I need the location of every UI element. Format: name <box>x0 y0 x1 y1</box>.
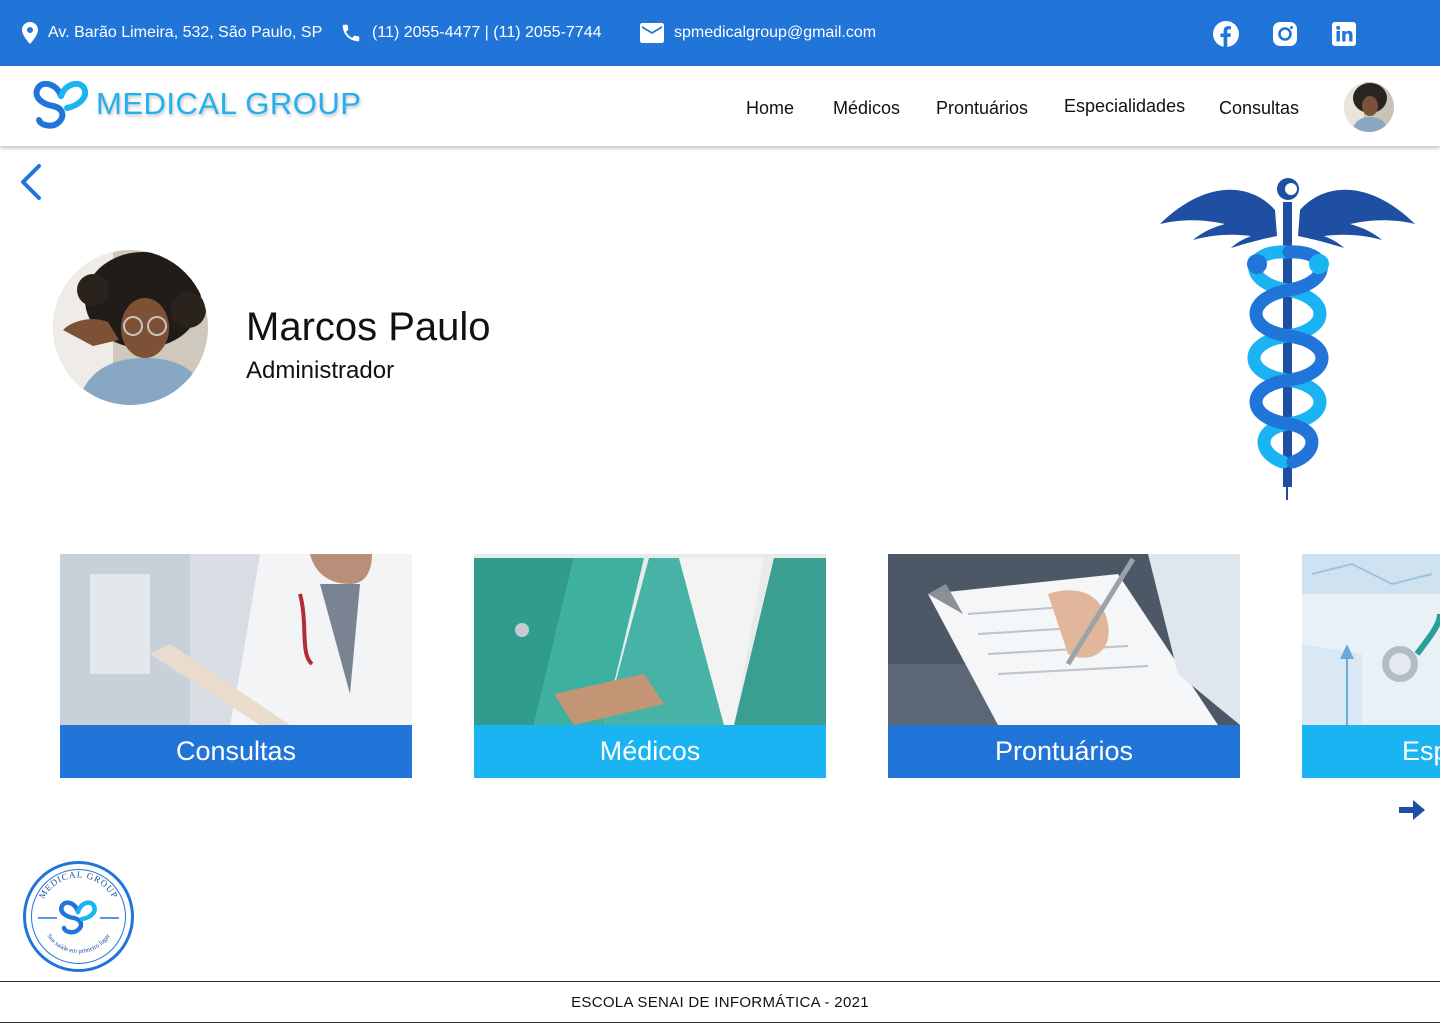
contact-bar: Av. Barão Limeira, 532, São Paulo, SP (1… <box>0 0 1440 66</box>
profile-name: Marcos Paulo <box>246 305 491 349</box>
nav-especialidades[interactable]: Especialidades <box>1064 96 1185 117</box>
email-text: spmedicalgroup@gmail.com <box>674 24 877 41</box>
card-label: Médicos <box>474 725 826 778</box>
phone-text: (11) 2055-4477 | (11) 2055-7744 <box>372 24 602 41</box>
card-medicos[interactable]: Médicos <box>474 554 826 778</box>
next-arrow-icon[interactable] <box>1397 795 1427 825</box>
instagram-icon[interactable] <box>1272 21 1298 47</box>
nav-consultas[interactable]: Consultas <box>1219 98 1299 119</box>
phone-icon <box>342 24 360 42</box>
consultas-photo <box>60 554 412 725</box>
especialidades-photo <box>1302 554 1440 725</box>
medical-group-seal: MEDICAL GROUP Sua saúde em primeiro luga… <box>23 861 134 972</box>
back-arrow-icon[interactable] <box>16 162 46 202</box>
phone-item: (11) 2055-4477 | (11) 2055-7744 <box>340 0 602 66</box>
card-label: Prontuários <box>888 725 1240 778</box>
caduceus-icon <box>1160 178 1415 500</box>
card-label: Consultas <box>60 725 412 778</box>
nav-medicos[interactable]: Médicos <box>833 98 900 119</box>
prontuarios-photo <box>888 554 1240 725</box>
location-pin-icon <box>22 22 38 44</box>
nav-prontuarios[interactable]: Prontuários <box>936 98 1028 119</box>
footer: ESCOLA SENAI DE INFORMÁTICA - 2021 <box>0 981 1440 1023</box>
email-item: spmedicalgroup@gmail.com <box>640 0 876 66</box>
card-consultas[interactable]: Consultas <box>60 554 412 778</box>
medical-group-logo[interactable] <box>33 76 89 134</box>
card-especialidades[interactable]: Esp <box>1302 554 1440 778</box>
footer-text: ESCOLA SENAI DE INFORMÁTICA - 2021 <box>571 993 869 1011</box>
address-item: Av. Barão Limeira, 532, São Paulo, SP <box>22 0 322 66</box>
profile-role: Administrador <box>246 357 395 384</box>
main-header: MEDICAL GROUP Home Médicos Prontuários E… <box>0 66 1440 146</box>
user-avatar[interactable] <box>1344 82 1394 132</box>
medicos-photo <box>474 554 826 725</box>
brand-name[interactable]: MEDICAL GROUP <box>96 86 361 122</box>
linkedin-icon[interactable] <box>1331 21 1357 47</box>
card-label: Esp <box>1302 725 1440 778</box>
profile-photo <box>53 250 208 405</box>
address-text: Av. Barão Limeira, 532, São Paulo, SP <box>48 24 323 41</box>
nav-home[interactable]: Home <box>746 98 794 119</box>
facebook-icon[interactable] <box>1213 21 1239 47</box>
email-icon <box>640 23 664 43</box>
card-prontuarios[interactable]: Prontuários <box>888 554 1240 778</box>
